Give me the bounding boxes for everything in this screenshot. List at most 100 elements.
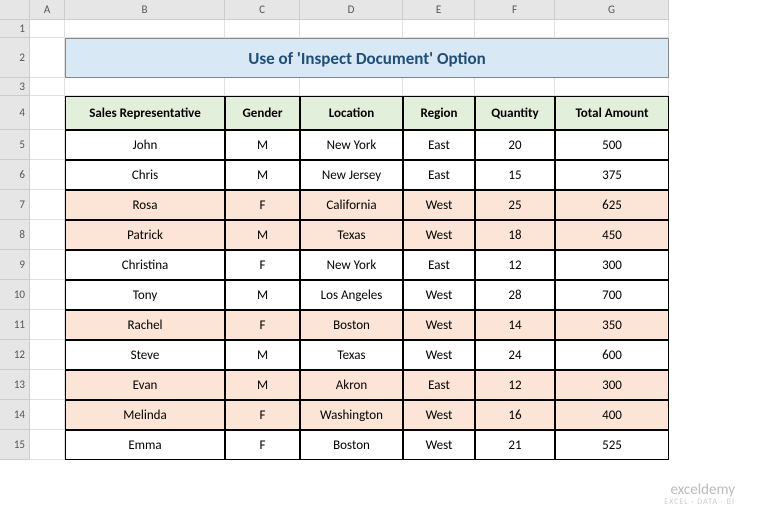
cell[interactable]: [403, 78, 475, 96]
select-all-corner[interactable]: [0, 0, 30, 20]
row-header-8[interactable]: 8: [0, 220, 30, 250]
cell[interactable]: [225, 20, 300, 38]
table-cell[interactable]: 600: [555, 340, 669, 370]
table-cell[interactable]: West: [403, 220, 475, 250]
table-cell[interactable]: M: [225, 280, 300, 310]
cell[interactable]: [30, 280, 65, 310]
table-cell[interactable]: East: [403, 370, 475, 400]
table-cell[interactable]: Chris: [65, 160, 225, 190]
row-header-3[interactable]: 3: [0, 78, 30, 96]
row-header-4[interactable]: 4: [0, 96, 30, 130]
table-cell[interactable]: 20: [475, 130, 555, 160]
table-cell[interactable]: Rachel: [65, 310, 225, 340]
table-cell[interactable]: East: [403, 250, 475, 280]
cell[interactable]: [555, 78, 669, 96]
table-cell[interactable]: 375: [555, 160, 669, 190]
cell[interactable]: [555, 20, 669, 38]
table-cell[interactable]: M: [225, 160, 300, 190]
cell[interactable]: [30, 130, 65, 160]
table-cell[interactable]: California: [300, 190, 403, 220]
table-cell[interactable]: Akron: [300, 370, 403, 400]
table-cell[interactable]: Steve: [65, 340, 225, 370]
cell[interactable]: [30, 20, 65, 38]
table-cell[interactable]: Evan: [65, 370, 225, 400]
table-cell[interactable]: New Jersey: [300, 160, 403, 190]
row-header-7[interactable]: 7: [0, 190, 30, 220]
row-header-5[interactable]: 5: [0, 130, 30, 160]
column-header-C[interactable]: C: [225, 0, 300, 20]
cell[interactable]: [403, 20, 475, 38]
table-cell[interactable]: M: [225, 340, 300, 370]
table-cell[interactable]: F: [225, 250, 300, 280]
cell[interactable]: [300, 20, 403, 38]
column-header-E[interactable]: E: [403, 0, 475, 20]
table-cell[interactable]: 15: [475, 160, 555, 190]
row-header-10[interactable]: 10: [0, 280, 30, 310]
cell[interactable]: [300, 78, 403, 96]
cell[interactable]: [30, 96, 65, 130]
table-cell[interactable]: 500: [555, 130, 669, 160]
table-cell[interactable]: 16: [475, 400, 555, 430]
column-header-F[interactable]: F: [475, 0, 555, 20]
table-cell[interactable]: Boston: [300, 430, 403, 460]
table-cell[interactable]: West: [403, 430, 475, 460]
cell[interactable]: [30, 160, 65, 190]
row-header-12[interactable]: 12: [0, 340, 30, 370]
cell[interactable]: [65, 20, 225, 38]
cell[interactable]: [30, 340, 65, 370]
cell[interactable]: [30, 220, 65, 250]
column-header-B[interactable]: B: [65, 0, 225, 20]
row-header-6[interactable]: 6: [0, 160, 30, 190]
table-cell[interactable]: 350: [555, 310, 669, 340]
table-cell[interactable]: M: [225, 130, 300, 160]
table-cell[interactable]: John: [65, 130, 225, 160]
row-header-14[interactable]: 14: [0, 400, 30, 430]
table-cell[interactable]: Emma: [65, 430, 225, 460]
table-cell[interactable]: Melinda: [65, 400, 225, 430]
table-cell[interactable]: 21: [475, 430, 555, 460]
cell[interactable]: [65, 78, 225, 96]
table-cell[interactable]: 525: [555, 430, 669, 460]
column-header-D[interactable]: D: [300, 0, 403, 20]
table-cell[interactable]: 12: [475, 250, 555, 280]
row-header-2[interactable]: 2: [0, 38, 30, 78]
table-cell[interactable]: 24: [475, 340, 555, 370]
table-cell[interactable]: West: [403, 190, 475, 220]
table-cell[interactable]: East: [403, 130, 475, 160]
table-cell[interactable]: 300: [555, 370, 669, 400]
table-cell[interactable]: F: [225, 310, 300, 340]
table-cell[interactable]: Tony: [65, 280, 225, 310]
table-cell[interactable]: 25: [475, 190, 555, 220]
table-cell[interactable]: 400: [555, 400, 669, 430]
table-cell[interactable]: 300: [555, 250, 669, 280]
row-header-11[interactable]: 11: [0, 310, 30, 340]
column-header-G[interactable]: G: [555, 0, 669, 20]
row-header-15[interactable]: 15: [0, 430, 30, 460]
cell[interactable]: [30, 250, 65, 280]
table-cell[interactable]: West: [403, 400, 475, 430]
column-header-A[interactable]: A: [30, 0, 65, 20]
table-cell[interactable]: New York: [300, 250, 403, 280]
table-cell[interactable]: Patrick: [65, 220, 225, 250]
cell[interactable]: [30, 400, 65, 430]
table-cell[interactable]: 700: [555, 280, 669, 310]
table-cell[interactable]: West: [403, 280, 475, 310]
cell[interactable]: [475, 78, 555, 96]
row-header-9[interactable]: 9: [0, 250, 30, 280]
table-cell[interactable]: Texas: [300, 220, 403, 250]
table-cell[interactable]: M: [225, 370, 300, 400]
table-cell[interactable]: West: [403, 310, 475, 340]
table-cell[interactable]: East: [403, 160, 475, 190]
table-cell[interactable]: 28: [475, 280, 555, 310]
cell[interactable]: [30, 38, 65, 78]
table-cell[interactable]: F: [225, 400, 300, 430]
table-cell[interactable]: Boston: [300, 310, 403, 340]
table-cell[interactable]: Washington: [300, 400, 403, 430]
table-cell[interactable]: Rosa: [65, 190, 225, 220]
table-cell[interactable]: F: [225, 190, 300, 220]
table-cell[interactable]: Christina: [65, 250, 225, 280]
cell[interactable]: [225, 78, 300, 96]
table-cell[interactable]: 450: [555, 220, 669, 250]
cell[interactable]: [30, 370, 65, 400]
table-cell[interactable]: 625: [555, 190, 669, 220]
